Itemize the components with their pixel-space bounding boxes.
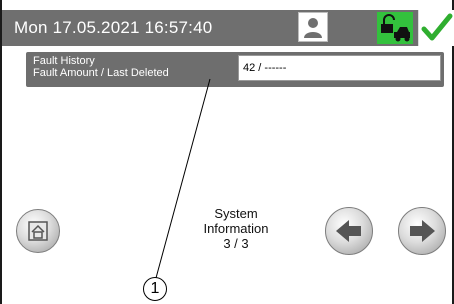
display-screen: Mon 17.05.2021 16:57:40 Fault History Fa… xyxy=(0,0,454,304)
callout-marker: 1 xyxy=(143,277,167,301)
callout-leader-line xyxy=(155,78,211,279)
